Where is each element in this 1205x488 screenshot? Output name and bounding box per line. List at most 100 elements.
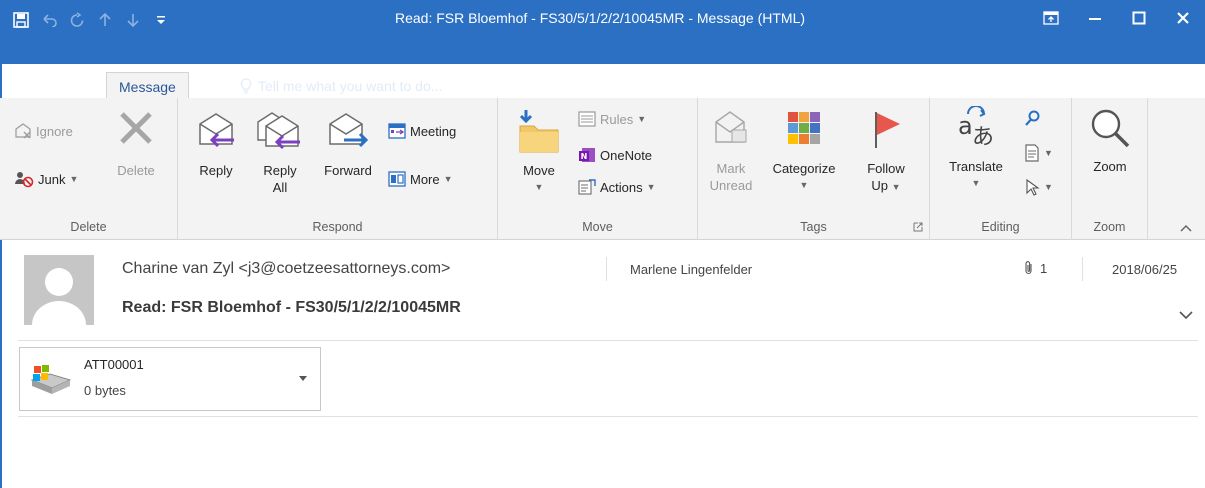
follow-up-label-2-wrap: Up ▼ bbox=[871, 178, 901, 193]
actions-icon bbox=[578, 179, 596, 195]
respond-group: Reply Reply All Forward Meeting More ▼ R… bbox=[178, 98, 498, 240]
previous-item-icon[interactable] bbox=[92, 8, 118, 32]
forward-icon bbox=[329, 113, 369, 148]
reply-all-label-2: All bbox=[272, 180, 288, 195]
tags-group: Mark Unread Categorize ▼ Follow Up ▼ Tag… bbox=[698, 98, 930, 240]
ignore-label: Ignore bbox=[36, 123, 73, 139]
close-icon[interactable] bbox=[1161, 0, 1205, 36]
recipient-name[interactable]: Marlene Lingenfelder bbox=[630, 262, 752, 277]
onenote-icon: N bbox=[579, 148, 595, 162]
tab-message[interactable]: Message bbox=[106, 72, 189, 100]
ignore-button[interactable]: Ignore bbox=[14, 122, 73, 140]
find-icon bbox=[1025, 110, 1040, 126]
maximize-icon[interactable] bbox=[1117, 0, 1161, 36]
rules-icon bbox=[578, 111, 596, 127]
sent-date: 2018/06/25 bbox=[1112, 262, 1178, 277]
undo-icon[interactable] bbox=[36, 8, 62, 32]
follow-up-button[interactable]: Follow Up ▼ bbox=[858, 108, 914, 196]
delete-button[interactable]: Delete bbox=[108, 108, 164, 179]
mark-unread-label-2: Unread bbox=[709, 178, 753, 193]
meeting-icon bbox=[388, 123, 406, 139]
next-item-icon[interactable] bbox=[120, 8, 146, 32]
sender-avatar bbox=[24, 255, 94, 325]
save-icon[interactable] bbox=[8, 8, 34, 32]
reply-icon bbox=[199, 113, 234, 148]
find-button[interactable] bbox=[1024, 110, 1040, 128]
follow-up-flag-icon bbox=[875, 112, 900, 148]
message-subject: Read: FSR Bloemhof - FS30/5/1/2/2/10045M… bbox=[122, 299, 461, 316]
svg-text:a: a bbox=[958, 112, 973, 140]
onenote-button[interactable]: N OneNote bbox=[578, 146, 652, 164]
follow-up-label-1: Follow bbox=[867, 161, 905, 176]
lightbulb-icon bbox=[240, 78, 252, 94]
translate-label: Translate bbox=[949, 159, 1003, 174]
junk-button[interactable]: Junk ▼ bbox=[14, 170, 78, 188]
move-folder-icon bbox=[519, 110, 559, 153]
actions-button[interactable]: Actions ▼ bbox=[578, 178, 656, 196]
sender-address[interactable]: Charine van Zyl <j3@coetzeesattorneys.co… bbox=[122, 260, 450, 278]
mark-unread-icon bbox=[715, 111, 747, 143]
meeting-button[interactable]: Meeting bbox=[388, 122, 456, 140]
move-group-label: Move bbox=[582, 220, 613, 234]
select-button[interactable]: ▼ bbox=[1024, 178, 1053, 196]
respond-group-label: Respond bbox=[312, 220, 363, 234]
zoom-button[interactable]: Zoom bbox=[1082, 106, 1138, 175]
redo-icon[interactable] bbox=[64, 8, 90, 32]
attachment-size: 0 bytes bbox=[84, 383, 126, 398]
categorize-icon bbox=[788, 112, 820, 144]
tags-group-label: Tags bbox=[800, 220, 827, 234]
header-divider bbox=[1082, 257, 1083, 281]
body-separator bbox=[18, 416, 1198, 417]
forward-button[interactable]: Forward bbox=[318, 110, 378, 179]
translate-button[interactable]: aあ Translate ▼ bbox=[938, 106, 1014, 192]
rules-label: Rules bbox=[600, 111, 634, 127]
tab-file[interactable]: File bbox=[28, 72, 75, 100]
svg-text:N: N bbox=[581, 152, 588, 161]
attachment-dropdown-icon[interactable] bbox=[298, 374, 308, 382]
categorize-button[interactable]: Categorize ▼ bbox=[766, 108, 842, 194]
window-controls bbox=[1029, 0, 1205, 36]
ribbon: Ignore Junk ▼ Delete Delete Reply Reply … bbox=[0, 98, 1205, 240]
minimize-icon[interactable] bbox=[1073, 0, 1117, 36]
tell-me-search[interactable]: Tell me what you want to do... bbox=[228, 72, 454, 100]
delete-label: Delete bbox=[117, 163, 155, 178]
editing-group-label: Editing bbox=[981, 220, 1020, 234]
onenote-label: OneNote bbox=[600, 147, 653, 163]
zoom-magnifier-icon bbox=[1091, 109, 1130, 148]
title-bar: Read: FSR Bloemhof - FS30/5/1/2/2/10045M… bbox=[0, 0, 1205, 64]
more-respond-button[interactable]: More ▼ bbox=[388, 170, 453, 188]
header-divider bbox=[606, 257, 607, 281]
attachment-name: ATT00001 bbox=[84, 357, 144, 372]
collapse-ribbon-icon[interactable] bbox=[1180, 224, 1192, 232]
junk-label: Junk bbox=[38, 171, 66, 187]
attachment-file-icon bbox=[30, 365, 72, 394]
expand-header-icon[interactable] bbox=[1176, 307, 1196, 323]
attachment-count: 1 bbox=[1024, 260, 1047, 276]
reply-button[interactable]: Reply bbox=[192, 110, 240, 179]
svg-text:あ: あ bbox=[972, 125, 994, 150]
translate-icon: aあ bbox=[958, 106, 994, 150]
rules-button[interactable]: Rules ▼ bbox=[578, 110, 646, 128]
meeting-label: Meeting bbox=[410, 123, 457, 139]
quick-access-toolbar bbox=[8, 8, 174, 32]
reply-all-label-1: Reply bbox=[263, 163, 297, 178]
message-header: Charine van Zyl <j3@coetzeesattorneys.co… bbox=[0, 241, 1205, 341]
tell-me-label: Tell me what you want to do... bbox=[258, 78, 443, 94]
categorize-label: Categorize bbox=[772, 161, 836, 176]
select-cursor-icon bbox=[1026, 178, 1040, 196]
tags-dialog-launcher-icon[interactable] bbox=[913, 222, 923, 232]
more-label: More bbox=[410, 171, 440, 187]
move-button[interactable]: Move ▼ bbox=[512, 108, 566, 196]
related-button[interactable]: ▼ bbox=[1024, 144, 1053, 162]
zoom-group: Zoom Zoom bbox=[1072, 98, 1148, 240]
mark-unread-button[interactable]: Mark Unread bbox=[706, 108, 756, 194]
reply-label: Reply bbox=[199, 163, 233, 178]
delete-group: Ignore Junk ▼ Delete Delete bbox=[0, 98, 178, 240]
reply-all-button[interactable]: Reply All bbox=[254, 110, 306, 196]
zoom-group-label: Zoom bbox=[1093, 220, 1126, 234]
actions-label: Actions bbox=[600, 179, 643, 195]
ribbon-display-options-icon[interactable] bbox=[1029, 0, 1073, 36]
attachment-item[interactable]: ATT00001 0 bytes bbox=[19, 347, 321, 411]
follow-up-label-2: Up bbox=[871, 178, 889, 193]
customize-toolbar-icon[interactable] bbox=[148, 8, 174, 32]
